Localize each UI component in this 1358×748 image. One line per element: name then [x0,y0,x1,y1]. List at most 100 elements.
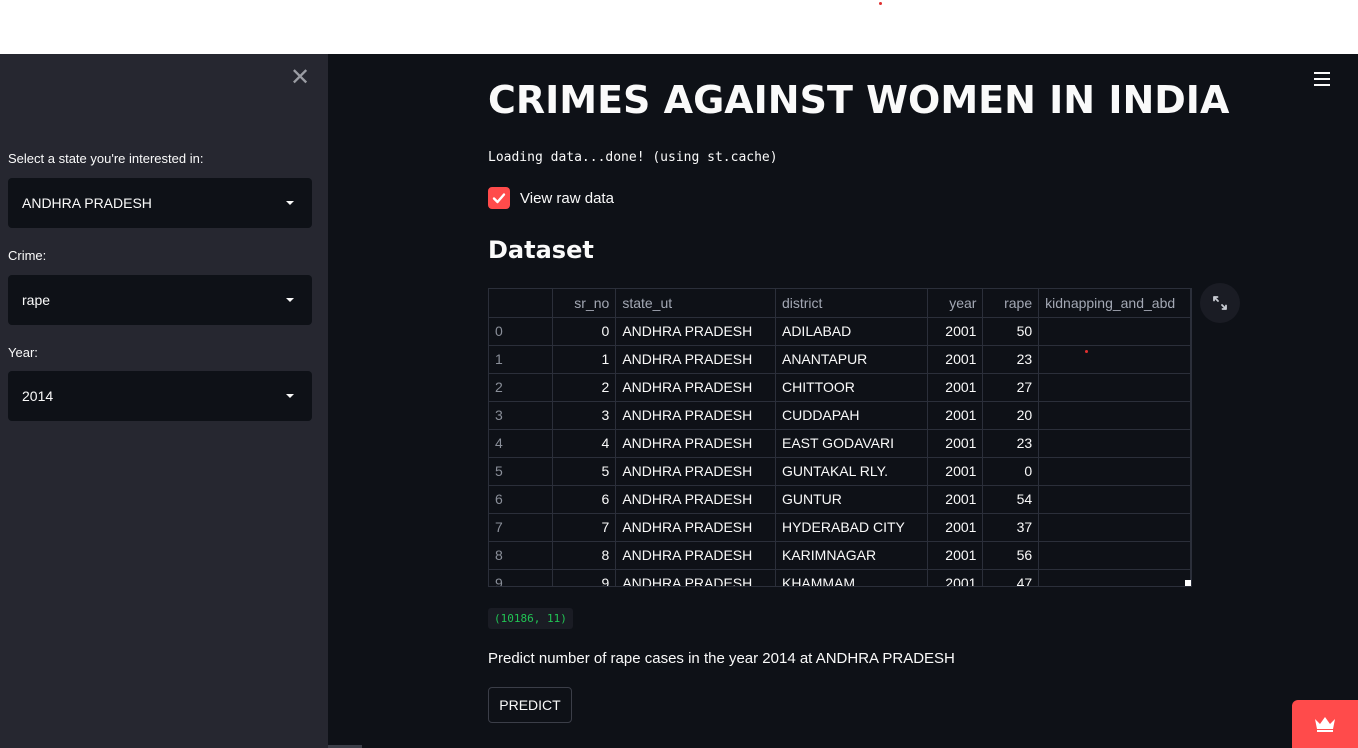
cell-district[interactable]: KHAMMAM [775,569,928,586]
column-header-district[interactable]: district [775,289,928,318]
cell-year[interactable]: 2001 [927,541,984,570]
cell-kidnapping[interactable] [1038,401,1191,430]
cell-year[interactable]: 2001 [927,457,984,486]
cell-state-ut[interactable]: ANDHRA PRADESH [615,401,776,430]
cell-kidnapping[interactable] [1038,373,1191,402]
cell-kidnapping[interactable] [1038,429,1191,458]
chevron-down-icon [286,394,294,398]
close-icon[interactable]: ✕ [290,66,310,90]
cell-kidnapping[interactable] [1038,569,1191,586]
dataframe-table[interactable]: sr_no state_ut district year rape kidnap… [488,288,1192,587]
cell-kidnapping[interactable] [1038,485,1191,514]
cell-district[interactable]: ADILABAD [775,317,928,346]
row-index: 1 [489,345,553,374]
cell-district[interactable]: CUDDAPAH [775,401,928,430]
crime-select[interactable]: rape [8,275,312,325]
hamburger-menu-icon[interactable] [1314,72,1330,86]
cell-sr-no[interactable]: 4 [552,429,617,458]
cell-year[interactable]: 2001 [927,317,984,346]
cell-sr-no[interactable]: 8 [552,541,617,570]
cell-rape[interactable]: 27 [982,373,1040,402]
cell-sr-no[interactable]: 3 [552,401,617,430]
cell-sr-no[interactable]: 6 [552,485,617,514]
checkmark-icon[interactable] [488,187,510,209]
cell-kidnapping[interactable] [1038,345,1191,374]
cell-year[interactable]: 2001 [927,513,984,542]
cell-state-ut[interactable]: ANDHRA PRADESH [615,541,776,570]
column-header-state-ut[interactable]: state_ut [615,289,776,318]
column-header-sr-no[interactable]: sr_no [552,289,617,318]
cell-year[interactable]: 2001 [927,485,984,514]
cell-rape[interactable]: 37 [982,513,1040,542]
column-header-kidnapping[interactable]: kidnapping_and_abd [1038,289,1191,318]
cell-district[interactable]: KARIMNAGAR [775,541,928,570]
cell-district[interactable]: CHITTOOR [775,373,928,402]
cell-kidnapping[interactable] [1038,541,1191,570]
cell-district[interactable]: GUNTUR [775,485,928,514]
cell-year[interactable]: 2001 [927,401,984,430]
cell-sr-no[interactable]: 0 [552,317,617,346]
cell-state-ut[interactable]: ANDHRA PRADESH [615,513,776,542]
cell-rape[interactable]: 0 [982,457,1040,486]
cell-sr-no[interactable]: 1 [552,345,617,374]
cell-state-ut[interactable]: ANDHRA PRADESH [615,317,776,346]
cell-sr-no[interactable]: 9 [552,569,617,586]
decorative-dot [879,2,882,5]
cell-rape[interactable]: 23 [982,429,1040,458]
chevron-down-icon [286,201,294,205]
row-index: 5 [489,457,553,486]
cell-rape[interactable]: 50 [982,317,1040,346]
table-row: 2 2 ANDHRA PRADESH CHITTOOR 2001 27 [489,373,1191,402]
cell-sr-no[interactable]: 7 [552,513,617,542]
resize-handle[interactable] [1185,580,1191,586]
column-header-year[interactable]: year [927,289,984,318]
column-header-index[interactable] [489,289,553,318]
year-select-value: 2014 [22,388,54,404]
cell-rape[interactable]: 23 [982,345,1040,374]
view-raw-data-checkbox[interactable]: View raw data [488,187,614,209]
row-index: 6 [489,485,553,514]
cell-state-ut[interactable]: ANDHRA PRADESH [615,485,776,514]
cell-district[interactable]: ANANTAPUR [775,345,928,374]
table-row: 4 4 ANDHRA PRADESH EAST GODAVARI 2001 23 [489,429,1191,458]
dataframe-shape: (10186, 11) [488,608,573,629]
predict-description: Predict number of rape cases in the year… [488,650,955,667]
crime-select-value: rape [22,292,51,308]
crown-icon[interactable] [1292,700,1358,748]
table-row: 8 8 ANDHRA PRADESH KARIMNAGAR 2001 56 [489,541,1191,570]
cell-district[interactable]: GUNTAKAL RLY. [775,457,928,486]
cell-rape[interactable]: 54 [982,485,1040,514]
cell-state-ut[interactable]: ANDHRA PRADESH [615,429,776,458]
state-select-value: ANDHRA PRADESH [22,195,152,211]
cell-state-ut[interactable]: ANDHRA PRADESH [615,569,776,586]
expand-icon[interactable] [1200,283,1240,323]
cell-state-ut[interactable]: ANDHRA PRADESH [615,373,776,402]
cell-state-ut[interactable]: ANDHRA PRADESH [615,457,776,486]
cell-sr-no[interactable]: 2 [552,373,617,402]
cell-sr-no[interactable]: 5 [552,457,617,486]
cell-year[interactable]: 2001 [927,345,984,374]
cell-year[interactable]: 2001 [927,569,984,586]
sidebar: ✕ Select a state you're interested in: A… [0,54,328,748]
table-row: 7 7 ANDHRA PRADESH HYDERABAD CITY 2001 3… [489,513,1191,542]
cell-rape[interactable]: 20 [982,401,1040,430]
cell-district[interactable]: EAST GODAVARI [775,429,928,458]
cell-rape[interactable]: 56 [982,541,1040,570]
column-header-rape[interactable]: rape [982,289,1040,318]
cell-state-ut[interactable]: ANDHRA PRADESH [615,345,776,374]
checkbox-label: View raw data [520,189,614,207]
crime-select-label: Crime: [8,248,47,263]
state-select[interactable]: ANDHRA PRADESH [8,178,312,228]
cell-kidnapping[interactable] [1038,317,1191,346]
predict-button[interactable]: PREDICT [488,687,572,723]
cell-district[interactable]: HYDERABAD CITY [775,513,928,542]
cell-kidnapping[interactable] [1038,513,1191,542]
cell-kidnapping[interactable] [1038,457,1191,486]
cell-rape[interactable]: 47 [982,569,1040,586]
cell-year[interactable]: 2001 [927,429,984,458]
table-row: 6 6 ANDHRA PRADESH GUNTUR 2001 54 [489,485,1191,514]
table-row: 0 0 ANDHRA PRADESH ADILABAD 2001 50 [489,317,1191,346]
cell-year[interactable]: 2001 [927,373,984,402]
table-row: 3 3 ANDHRA PRADESH CUDDAPAH 2001 20 [489,401,1191,430]
year-select[interactable]: 2014 [8,371,312,421]
